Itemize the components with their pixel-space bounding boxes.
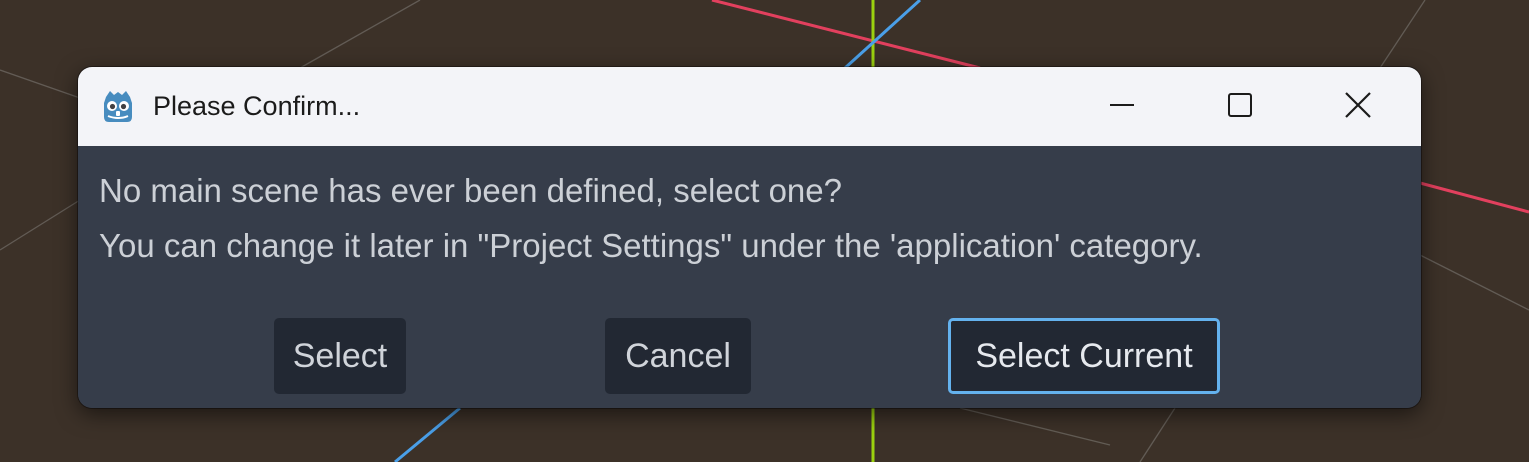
cancel-button[interactable]: Cancel [605, 318, 751, 394]
minimize-button[interactable] [1063, 67, 1181, 142]
z-axis-line [394, 406, 461, 462]
z-axis-line [843, 0, 922, 70]
godot-icon [99, 87, 137, 125]
dialog-title: Please Confirm... [153, 91, 361, 121]
minimize-icon [1109, 92, 1135, 118]
close-icon [1345, 91, 1371, 118]
confirm-dialog: Please Confirm... No main scene has ever… [78, 67, 1421, 408]
grid-line [959, 407, 1111, 446]
dialog-message-line2: You can change it later in "Project Sett… [99, 227, 1203, 264]
select-current-button[interactable]: Select Current [948, 318, 1220, 394]
select-button[interactable]: Select [274, 318, 406, 394]
maximize-icon [1227, 92, 1253, 118]
grid-line [0, 69, 81, 99]
close-button[interactable] [1299, 67, 1417, 142]
x-axis-line [1419, 181, 1529, 214]
dialog-body: No main scene has ever been defined, sel… [78, 146, 1421, 408]
grid-line [0, 199, 81, 251]
grid-line [1139, 407, 1176, 462]
dialog-titlebar[interactable]: Please Confirm... [78, 67, 1421, 146]
x-axis-line [711, 0, 981, 70]
dialog-message-line1: No main scene has ever been defined, sel… [99, 172, 842, 209]
maximize-button[interactable] [1181, 67, 1299, 142]
grid-line [1419, 254, 1529, 311]
grid-line [299, 0, 421, 69]
grid-line [1379, 0, 1426, 69]
